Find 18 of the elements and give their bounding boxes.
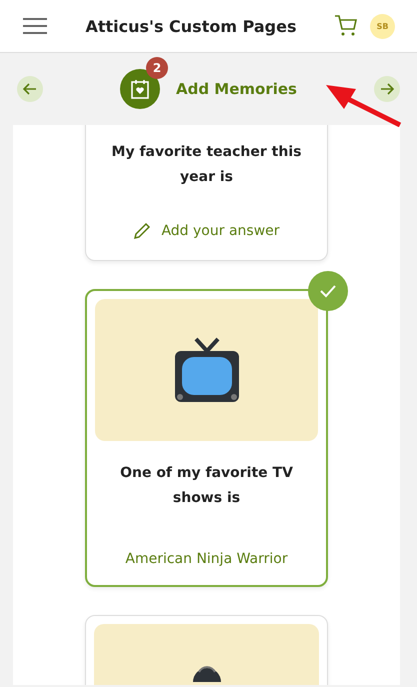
menu-icon[interactable] [22,18,48,34]
count-badge: 2 [146,57,168,79]
television-icon [174,337,240,403]
pencil-icon [133,222,152,240]
back-button[interactable] [17,76,43,102]
arrow-left-icon [23,83,37,95]
memory-card[interactable]: My favorite teacher this year is Add your answer [85,125,328,261]
check-icon [308,271,348,311]
add-answer-button[interactable]: Add your answer [94,190,319,260]
answer-text: American Ninja Warrior [124,550,289,569]
section-title: Add Memories [176,80,297,98]
arrow-right-icon [380,83,394,95]
cart-icon[interactable] [334,15,358,37]
memory-card[interactable]: One of my favorite TV shows is American Ninja Warrior [85,289,328,587]
prompt-text: My favorite teacher this year is [110,143,302,187]
page-title: Atticus's Custom Pages [84,16,298,36]
next-button[interactable] [374,76,400,102]
prompt-text: One of my favorite TV shows is [119,464,294,508]
